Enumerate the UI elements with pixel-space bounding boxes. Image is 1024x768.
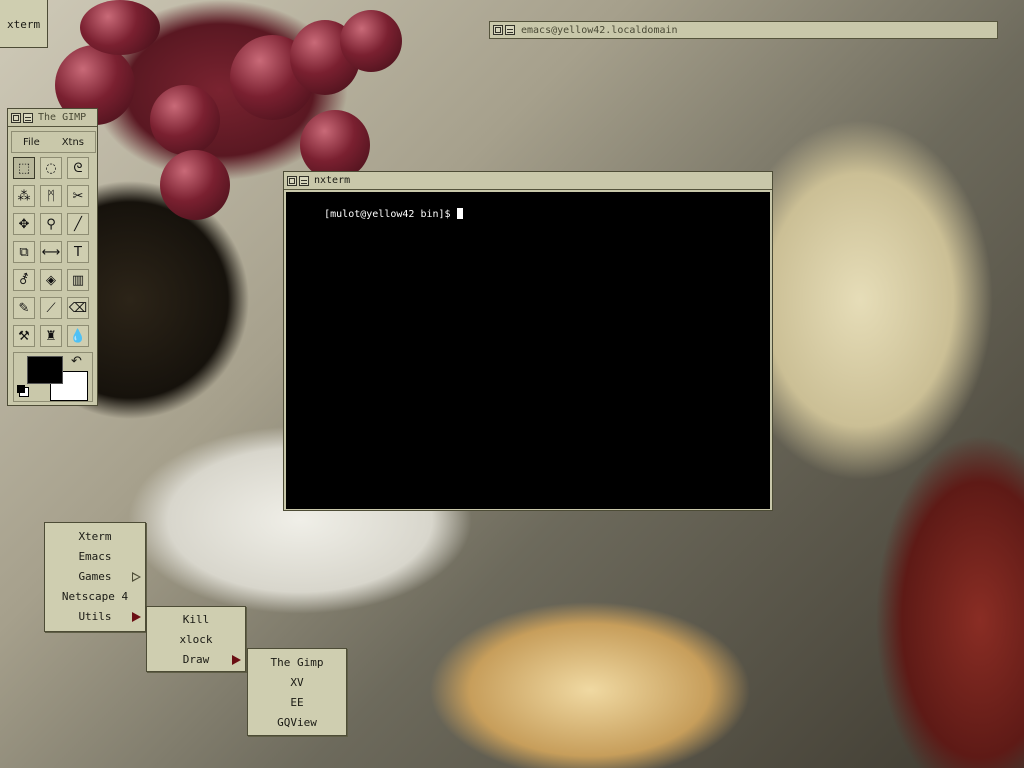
root-menu: Xterm Emacs Games Netscape 4 Utils: [44, 522, 146, 632]
menu-item-xterm[interactable]: Xterm: [45, 527, 145, 547]
menu-item-kill[interactable]: Kill: [147, 610, 245, 630]
menu-item-emacs[interactable]: Emacs: [45, 547, 145, 567]
nxterm-title: nxterm: [314, 175, 351, 186]
iconify-button[interactable]: [287, 175, 297, 186]
lasso-select-icon[interactable]: ᘓ: [67, 157, 89, 179]
foreground-color-swatch[interactable]: [27, 356, 63, 384]
default-colors-icon[interactable]: [17, 385, 25, 393]
emacs-window-title: emacs@yellow42.localdomain: [521, 24, 678, 36]
menu-item-xv[interactable]: XV: [248, 673, 346, 693]
menu-file[interactable]: File: [23, 137, 40, 148]
maximize-button[interactable]: [299, 175, 309, 186]
menu-item-draw[interactable]: Draw: [147, 650, 245, 670]
nxterm-window: nxterm [mulot@yellow42 bin]$: [283, 171, 773, 511]
maximize-button[interactable]: [505, 25, 515, 35]
paintbrush-icon[interactable]: ⟋: [40, 297, 62, 319]
menu-item-ee[interactable]: EE: [248, 693, 346, 713]
crop-icon[interactable]: ╱: [67, 213, 89, 235]
bucket-fill-icon[interactable]: ◈: [40, 269, 62, 291]
gimp-titlebar[interactable]: The GIMP: [8, 109, 97, 127]
submenu-arrow-icon: [132, 572, 141, 582]
text-cursor: [456, 208, 463, 219]
gimp-toolbox-window: The GIMP File Xtns ⬚ ◌ ᘓ ⁂ ᛗ ✂ ✥ ⚲ ╱ ⧉ ⟷ T ⚦ ◈ ▥ ✎ ⟋ ⌫ ⚒ ♜ 💧…: [7, 108, 98, 406]
menu-item-netscape[interactable]: Netscape 4: [45, 587, 145, 607]
xterm-desktop-icon[interactable]: xterm: [0, 0, 48, 48]
scissors-icon[interactable]: ✂: [67, 185, 89, 207]
terminal-area[interactable]: [mulot@yellow42 bin]$: [286, 192, 770, 509]
gradient-icon[interactable]: ▥: [67, 269, 89, 291]
menu-item-games[interactable]: Games: [45, 567, 145, 587]
gimp-title: The GIMP: [38, 112, 87, 123]
ellipse-select-icon[interactable]: ◌: [40, 157, 62, 179]
eraser-icon[interactable]: ⌫: [67, 297, 89, 319]
iconify-button[interactable]: [493, 25, 503, 35]
tool-grid: ⬚ ◌ ᘓ ⁂ ᛗ ✂ ✥ ⚲ ╱ ⧉ ⟷ T ⚦ ◈ ▥ ✎ ⟋ ⌫ ⚒ ♜ 💧: [13, 157, 94, 347]
utils-submenu: Kill xlock Draw: [146, 606, 246, 672]
gimp-menubar: File Xtns: [11, 131, 96, 153]
pencil-icon[interactable]: ✎: [13, 297, 35, 319]
xterm-icon-label: xterm: [7, 18, 41, 31]
magic-wand-icon[interactable]: ⁂: [13, 185, 35, 207]
airbrush-icon[interactable]: ⚒: [13, 325, 35, 347]
color-area: ↶: [13, 352, 93, 402]
nxterm-titlebar[interactable]: nxterm: [284, 172, 772, 190]
magnify-icon[interactable]: ⚲: [40, 213, 62, 235]
swap-colors-icon[interactable]: ↶: [71, 354, 82, 369]
flip-icon[interactable]: ⟷: [40, 241, 62, 263]
draw-submenu: The Gimp XV EE GQView: [247, 648, 347, 736]
transform-icon[interactable]: ⧉: [13, 241, 35, 263]
color-picker-icon[interactable]: ⚦: [13, 269, 35, 291]
iconify-button[interactable]: [11, 112, 21, 123]
menu-xtns[interactable]: Xtns: [62, 137, 84, 148]
menu-item-utils[interactable]: Utils: [45, 607, 145, 627]
rect-select-icon[interactable]: ⬚: [13, 157, 35, 179]
shell-prompt: [mulot@yellow42 bin]$: [324, 209, 457, 220]
text-icon[interactable]: T: [67, 241, 89, 263]
move-icon[interactable]: ✥: [13, 213, 35, 235]
maximize-button[interactable]: [23, 112, 33, 123]
emacs-window-titlebar[interactable]: emacs@yellow42.localdomain: [489, 21, 998, 39]
clone-stamp-icon[interactable]: ♜: [40, 325, 62, 347]
blur-icon[interactable]: 💧: [67, 325, 89, 347]
menu-item-the-gimp[interactable]: The Gimp: [248, 653, 346, 673]
submenu-arrow-icon: [232, 655, 241, 665]
menu-item-gqview[interactable]: GQView: [248, 713, 346, 733]
menu-item-xlock[interactable]: xlock: [147, 630, 245, 650]
bezier-select-icon[interactable]: ᛗ: [40, 185, 62, 207]
submenu-arrow-icon: [132, 612, 141, 622]
